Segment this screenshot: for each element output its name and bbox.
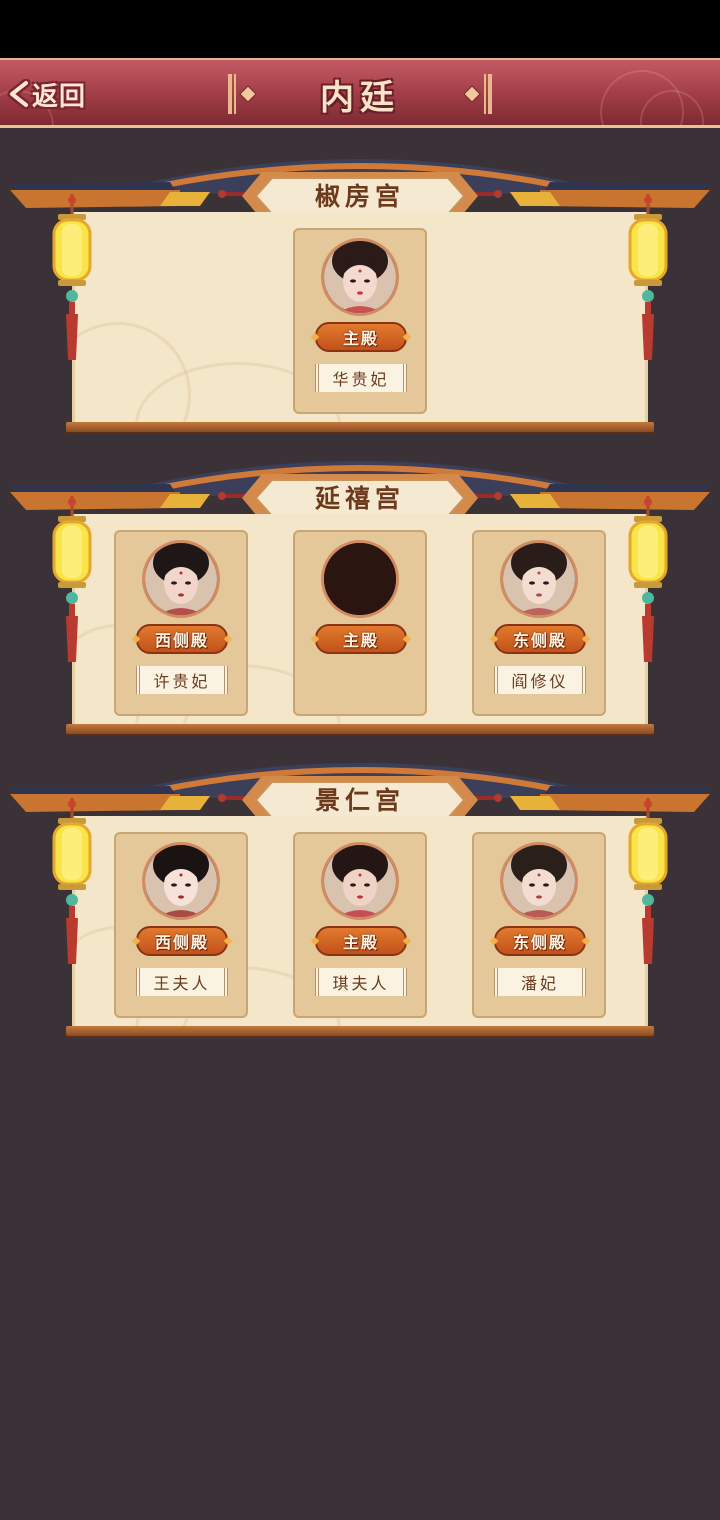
hall-badge: 主殿 [315, 624, 407, 654]
hall-badge: 西侧殿 [136, 926, 228, 956]
hall-badge: 东侧殿 [494, 624, 586, 654]
hall-badge: 西侧殿 [136, 624, 228, 654]
palace-block: 椒房宫 主殿 华贵妃 [0, 142, 720, 442]
consort-avatar[interactable] [321, 842, 399, 920]
consort-name: 阎修仪 [494, 666, 586, 694]
status-bar [0, 0, 720, 58]
consort-avatar[interactable] [321, 238, 399, 316]
palace-name: 延禧宫 [314, 484, 405, 513]
hall-badge: 主殿 [315, 322, 407, 352]
lantern-icon [628, 798, 668, 978]
lantern-icon [52, 496, 92, 676]
hall-badge: 东侧殿 [494, 926, 586, 956]
hall-badge: 主殿 [315, 926, 407, 956]
empty-avatar[interactable] [321, 540, 399, 618]
hall-slot[interactable]: 东侧殿 阎修仪 [472, 530, 606, 716]
palace-name: 景仁宫 [314, 786, 405, 815]
consort-name: 许贵妃 [136, 666, 228, 694]
lantern-icon [628, 496, 668, 676]
consort-avatar[interactable] [500, 540, 578, 618]
consort-name: 华贵妃 [315, 364, 407, 392]
palace-name: 椒房宫 [314, 182, 405, 211]
palace-block: 景仁宫 西侧殿 王夫人 主殿 琪夫人 东侧殿 潘妃 [0, 746, 720, 1046]
palace-base-beam [66, 1026, 654, 1036]
hall-slot[interactable]: 主殿 [293, 530, 427, 716]
consort-name: 琪夫人 [315, 968, 407, 996]
consort-name: 潘妃 [494, 968, 586, 996]
hall-slot[interactable]: 主殿 琪夫人 [293, 832, 427, 1018]
hall-slot[interactable]: 主殿 华贵妃 [293, 228, 427, 414]
hall-slot[interactable]: 东侧殿 潘妃 [472, 832, 606, 1018]
lantern-icon [52, 194, 92, 374]
page-title: 内廷 [320, 78, 400, 118]
header-bar: 返回 内廷 [0, 58, 720, 128]
palace-block: 延禧宫 西侧殿 许贵妃 主殿 东侧殿 阎修仪 [0, 444, 720, 744]
consort-avatar[interactable] [142, 540, 220, 618]
lantern-icon [628, 194, 668, 374]
palace-base-beam [66, 422, 654, 432]
consort-name: 王夫人 [136, 968, 228, 996]
title-right-ornament-icon [464, 74, 492, 114]
hall-slot[interactable]: 西侧殿 许贵妃 [114, 530, 248, 716]
palace-base-beam [66, 724, 654, 734]
hall-slot[interactable]: 西侧殿 王夫人 [114, 832, 248, 1018]
consort-avatar[interactable] [142, 842, 220, 920]
lantern-icon [52, 798, 92, 978]
consort-avatar[interactable] [500, 842, 578, 920]
